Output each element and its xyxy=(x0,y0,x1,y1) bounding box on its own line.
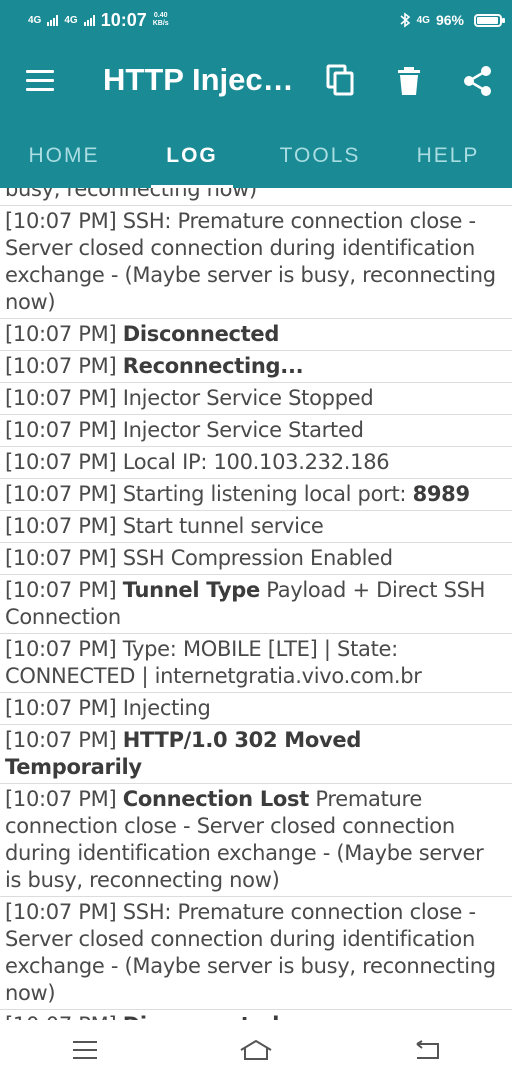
log-entry-text: Injector Service Stopped xyxy=(122,386,374,410)
tab-log[interactable]: LOG xyxy=(128,124,256,188)
log-entry-time: [10:07 PM] xyxy=(5,546,117,570)
log-entry: [10:07 PM] SSH: Premature connection clo… xyxy=(0,206,512,319)
status-left: 4G 4G 10:07 0.40 KB/s xyxy=(28,10,169,31)
log-entry-time: [10:07 PM] xyxy=(5,787,117,811)
log-entry-text: Injecting xyxy=(122,696,211,720)
share-icon[interactable] xyxy=(461,64,495,98)
network-type-3: 4G xyxy=(416,14,430,26)
bluetooth-icon xyxy=(400,12,410,28)
status-right: 4G 96% xyxy=(399,12,505,28)
tab-bar: HOME LOG TOOLS HELP xyxy=(0,124,512,188)
log-entry-time: [10:07 PM] xyxy=(5,514,117,538)
log-entry-time: [10:07 PM] xyxy=(5,637,117,661)
log-entry-time: [10:07 PM] xyxy=(5,209,117,233)
log-entry-time: [10:07 PM] xyxy=(5,696,117,720)
network-type-1: 4G xyxy=(28,14,42,26)
log-entry-time: [10:07 PM] xyxy=(5,322,117,346)
clock: 10:07 xyxy=(100,9,147,30)
log-entry: busy, reconnecting now) xyxy=(0,188,512,206)
speed-value: 0.40 xyxy=(153,12,168,19)
log-entry-text: SSH Compression Enabled xyxy=(122,546,393,570)
app-title: HTTP Injector xyxy=(103,62,298,97)
trash-icon[interactable] xyxy=(392,64,426,98)
log-entry-time: [10:07 PM] xyxy=(5,728,117,752)
battery-icon xyxy=(474,13,505,27)
signal-icon-2 xyxy=(83,14,95,26)
recent-apps-icon xyxy=(73,1041,98,1059)
log-entry-time: [10:07 PM] xyxy=(5,482,117,506)
log-entry-time: [10:07 PM] xyxy=(5,578,117,602)
log-entry: [10:07 PM] Disconnected xyxy=(0,1010,512,1020)
log-entry-text: busy, reconnecting now) xyxy=(5,188,257,201)
signal-icon xyxy=(47,14,59,26)
log-entry-text: Injector Service Started xyxy=(122,418,364,442)
home-button[interactable] xyxy=(226,1030,286,1070)
log-entry: [10:07 PM] Start tunnel service xyxy=(0,511,512,543)
log-entry: [10:07 PM] Tunnel Type Payload + Direct … xyxy=(0,575,512,634)
log-entry-bold-after: 8989 xyxy=(412,482,471,506)
log-entry-text: Start tunnel service xyxy=(122,514,324,538)
log-entry-time: [10:07 PM] xyxy=(5,450,117,474)
log-entry: [10:07 PM] Local IP: 100.103.232.186 xyxy=(0,447,512,479)
log-entry: [10:07 PM] SSH Compression Enabled xyxy=(0,543,512,575)
log-list[interactable]: busy, reconnecting now) [10:07 PM] SSH: P… xyxy=(0,188,512,1020)
system-nav-bar xyxy=(0,1020,512,1080)
log-entry-time: [10:07 PM] xyxy=(5,386,117,410)
tab-help[interactable]: HELP xyxy=(384,124,512,188)
log-entry-bold: Reconnecting... xyxy=(122,354,304,378)
speed-unit: KB/s xyxy=(152,20,169,27)
app-toolbar: HTTP Injector xyxy=(0,40,512,124)
log-entry: [10:07 PM] Injecting xyxy=(0,693,512,725)
log-entry-time: [10:07 PM] xyxy=(5,900,117,924)
log-entry-bold: Tunnel Type xyxy=(122,578,260,602)
log-entry-text: Starting listening local port: xyxy=(122,482,407,506)
log-entry: [10:07 PM] Injector Service Started xyxy=(0,415,512,447)
log-list-inner: busy, reconnecting now) [10:07 PM] SSH: P… xyxy=(0,188,512,1020)
network-type-2: 4G xyxy=(64,14,78,26)
log-entry: [10:07 PM] HTTP/1.0 302 Moved Temporaril… xyxy=(0,725,512,784)
log-entry: [10:07 PM] Type: MOBILE [LTE] | State: C… xyxy=(0,634,512,693)
back-icon xyxy=(416,1040,439,1059)
log-entry-bold: Disconnected xyxy=(123,1013,280,1020)
log-entry-bold: Disconnected xyxy=(122,322,280,346)
battery-percent: 96% xyxy=(435,12,464,28)
log-entry: [10:07 PM] Disconnected xyxy=(0,319,512,351)
log-entry: [10:07 PM] Connection Lost Premature con… xyxy=(0,784,512,897)
log-entry-time: [10:07 PM] xyxy=(5,354,117,378)
log-entry: [10:07 PM] SSH: Premature connection clo… xyxy=(0,897,512,1010)
log-entry: [10:07 PM] Injector Service Stopped xyxy=(0,383,512,415)
recent-apps-button[interactable] xyxy=(55,1030,115,1070)
home-icon xyxy=(240,1039,272,1060)
log-entry-time: [10:07 PM] xyxy=(5,1013,117,1020)
log-entry-text: Local IP: 100.103.232.186 xyxy=(122,450,390,474)
battery-level-fill xyxy=(477,16,499,24)
back-button[interactable] xyxy=(397,1030,457,1070)
copy-icon[interactable] xyxy=(324,64,358,98)
log-entry-time: [10:07 PM] xyxy=(5,418,117,442)
tab-home[interactable]: HOME xyxy=(0,124,128,188)
tab-tools[interactable]: TOOLS xyxy=(256,124,384,188)
log-entry: [10:07 PM] Starting listening local port… xyxy=(0,479,512,511)
status-bar: 4G 4G 10:07 0.40 KB/s 4G 96% xyxy=(0,0,512,40)
menu-icon[interactable] xyxy=(26,70,54,92)
log-entry: [10:07 PM] Reconnecting... xyxy=(0,351,512,383)
log-entry-bold: Connection Lost xyxy=(122,787,310,811)
network-speed: 0.40 KB/s xyxy=(153,12,169,28)
